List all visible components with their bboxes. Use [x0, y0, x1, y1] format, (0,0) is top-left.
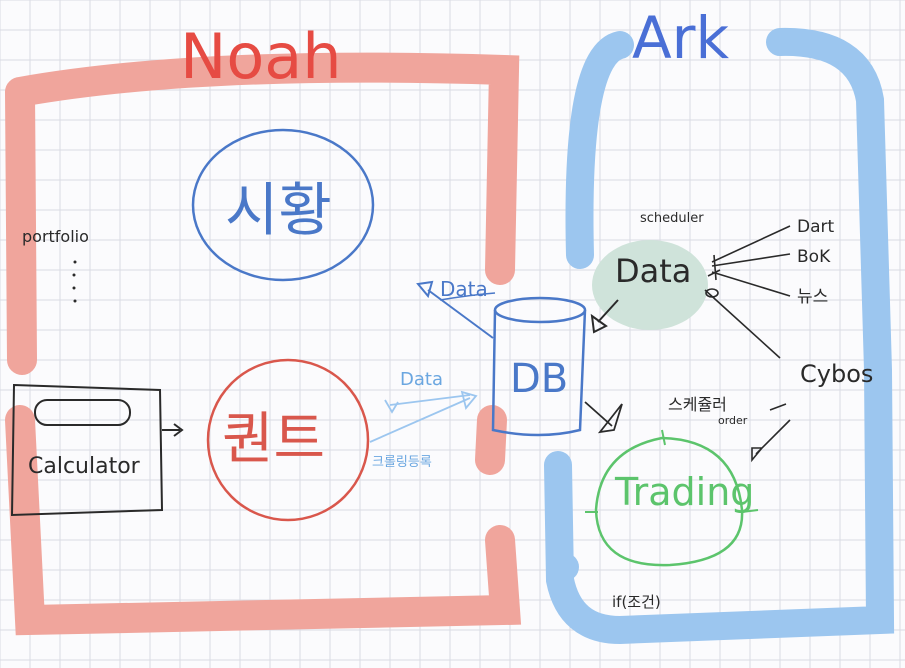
ark-frame-dot [551, 553, 579, 581]
ark-data-label: Data [615, 252, 691, 290]
trading-label: Trading [614, 470, 754, 514]
diagram-canvas: Noah Ark 시황 퀀트 portfolio Calculator DB D… [0, 0, 905, 668]
db-label: DB [510, 356, 568, 402]
calculator-label: Calculator [28, 454, 141, 479]
portfolio-ellipsis [72, 260, 77, 303]
cross-label: 크롤링등록 [372, 455, 432, 470]
scheduler-label: scheduler [640, 211, 704, 226]
market-label: 시황 [225, 176, 332, 244]
ark-title: Ark [632, 4, 730, 72]
scheduler-order-label: 스케쥴러 [668, 395, 727, 414]
data-mid-line-bottom [369, 390, 478, 443]
source-cybos: Cybos [800, 360, 873, 388]
source-news: 뉴스 [797, 287, 828, 307]
noah-title: Noah [180, 20, 342, 93]
data-top-label: Data [440, 277, 488, 301]
db-to-trading-arrow [584, 401, 623, 434]
condition-label: if(조건) [612, 593, 661, 611]
grid-background [0, 0, 905, 668]
portfolio-label: portfolio [22, 227, 89, 246]
calculator-arrow [162, 423, 184, 437]
data-mid-label: Data [400, 369, 443, 390]
source-lines [704, 225, 791, 359]
source-bok: BoK [797, 247, 831, 267]
order-label: order [718, 414, 748, 427]
order-arrows [751, 403, 791, 463]
source-dart: Dart [797, 217, 834, 237]
quant-label: 퀀트 [222, 407, 325, 472]
calculator-display [34, 399, 131, 426]
